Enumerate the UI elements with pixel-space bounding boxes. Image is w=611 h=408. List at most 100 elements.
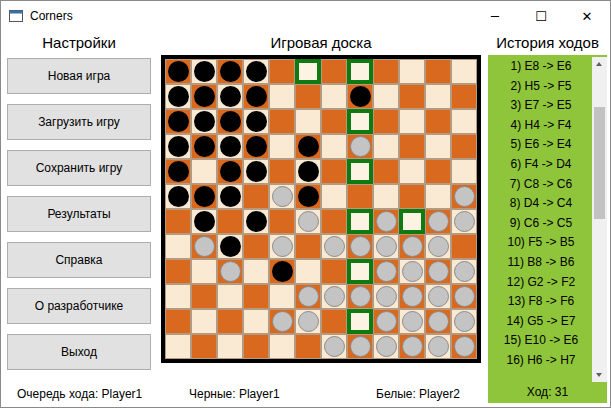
board-cell[interactable] [451,284,477,309]
board-cell[interactable] [191,259,217,284]
board-cell[interactable] [295,209,321,234]
black-piece[interactable] [220,86,241,107]
board-cell[interactable] [269,284,295,309]
board-cell[interactable] [321,209,347,234]
scroll-up-icon[interactable] [592,57,607,71]
board-cell[interactable] [425,209,451,234]
settings-button[interactable]: Справка [7,242,151,278]
black-piece[interactable] [272,261,293,282]
board-cell[interactable] [191,184,217,209]
board-cell[interactable] [373,184,399,209]
move-item[interactable]: 6) F4 -> D4 [490,155,592,175]
board-cell[interactable] [217,84,243,109]
board-cell[interactable] [165,309,191,334]
board-cell[interactable] [217,109,243,134]
board-cell[interactable] [217,234,243,259]
move-item[interactable]: 14) G5 -> E7 [490,312,592,332]
black-piece[interactable] [220,186,241,207]
board-cell[interactable] [295,234,321,259]
white-piece[interactable] [324,336,345,357]
board-cell[interactable] [399,59,425,84]
board-cell[interactable] [295,134,321,159]
board-cell[interactable] [217,134,243,159]
board-cell[interactable] [191,209,217,234]
board-cell[interactable] [451,209,477,234]
white-piece[interactable] [402,311,423,332]
board-cell[interactable] [321,59,347,84]
black-piece[interactable] [246,161,267,182]
board-cell[interactable] [243,209,269,234]
white-piece[interactable] [376,236,397,257]
black-piece[interactable] [246,211,267,232]
board-cell[interactable] [217,259,243,284]
white-piece[interactable] [428,261,449,282]
board-cell[interactable] [425,159,451,184]
white-piece[interactable] [324,286,345,307]
board-cell[interactable] [347,259,373,284]
board-cell[interactable] [243,84,269,109]
black-piece[interactable] [194,136,215,157]
move-item[interactable]: 13) F8 -> F6 [490,292,592,312]
board-cell[interactable] [295,59,321,84]
board-cell[interactable] [399,284,425,309]
black-piece[interactable] [246,61,267,82]
board-cell[interactable] [321,334,347,359]
black-piece[interactable] [350,86,371,107]
board-cell[interactable] [425,334,451,359]
board-cell[interactable] [347,84,373,109]
black-piece[interactable] [168,186,189,207]
board-cell[interactable] [399,259,425,284]
scrollbar[interactable] [592,57,607,382]
move-item[interactable]: 11) B8 -> B6 [490,253,592,273]
board-cell[interactable] [373,84,399,109]
black-piece[interactable] [168,111,189,132]
window-control-button[interactable]: ☐ [518,1,564,31]
board-cell[interactable] [399,84,425,109]
board-cell[interactable] [165,159,191,184]
board-cell[interactable] [321,184,347,209]
move-item[interactable]: 4) H4 -> F4 [490,116,592,136]
move-item[interactable]: 5) E6 -> E4 [490,135,592,155]
board-cell[interactable] [243,159,269,184]
board-cell[interactable] [295,334,321,359]
board-cell[interactable] [217,309,243,334]
board-cell[interactable] [269,159,295,184]
board-cell[interactable] [243,284,269,309]
board-cell[interactable] [269,184,295,209]
board-cell[interactable] [243,334,269,359]
move-item[interactable]: 15) E10 -> E6 [490,331,592,351]
board-cell[interactable] [191,284,217,309]
white-piece[interactable] [454,311,475,332]
white-piece[interactable] [376,286,397,307]
white-piece[interactable] [428,286,449,307]
black-piece[interactable] [298,186,319,207]
move-item[interactable]: 16) H6 -> H7 [490,351,592,371]
board-cell[interactable] [373,259,399,284]
black-piece[interactable] [246,136,267,157]
board-cell[interactable] [347,334,373,359]
white-piece[interactable] [376,261,397,282]
board-cell[interactable] [373,159,399,184]
settings-button[interactable]: Сохранить игру [7,150,151,186]
board-cell[interactable] [243,59,269,84]
board-cell[interactable] [425,184,451,209]
black-piece[interactable] [168,86,189,107]
board-cell[interactable] [217,284,243,309]
black-piece[interactable] [220,161,241,182]
board-cell[interactable] [269,84,295,109]
board-cell[interactable] [373,334,399,359]
board-cell[interactable] [373,309,399,334]
board-cell[interactable] [165,234,191,259]
board-cell[interactable] [191,59,217,84]
board-cell[interactable] [269,209,295,234]
white-piece[interactable] [350,136,371,157]
board-cell[interactable] [217,209,243,234]
move-item[interactable]: 12) G2 -> F2 [490,273,592,293]
white-piece[interactable] [376,211,397,232]
white-piece[interactable] [272,186,293,207]
move-item[interactable]: 1) E8 -> E6 [490,57,592,77]
white-piece[interactable] [402,286,423,307]
board-cell[interactable] [243,309,269,334]
board-cell[interactable] [347,134,373,159]
black-piece[interactable] [194,86,215,107]
